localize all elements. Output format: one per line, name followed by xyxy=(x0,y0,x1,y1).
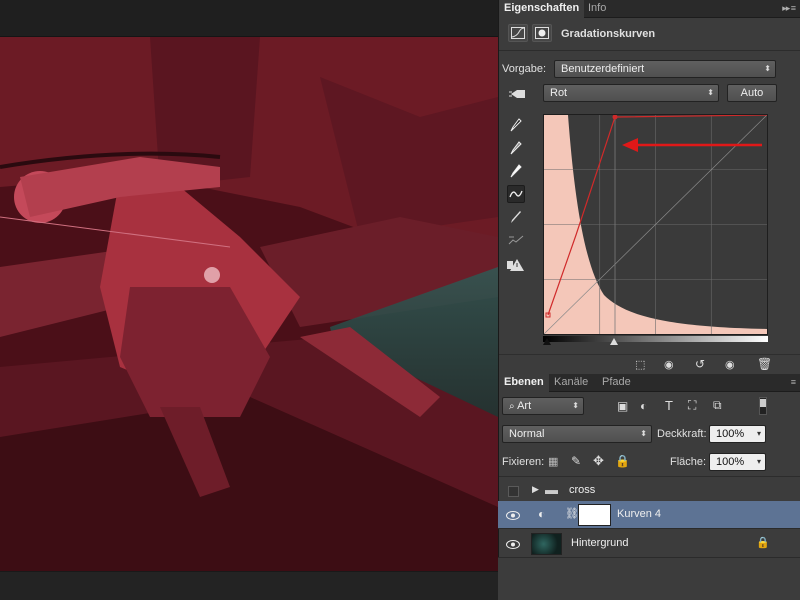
search-icon: ⌕ xyxy=(509,401,515,412)
channel-select[interactable]: Rot ⬍ xyxy=(543,84,719,102)
layer-mask-icon[interactable] xyxy=(532,24,552,42)
lock-label: Fixieren: xyxy=(502,456,545,468)
black-point-slider[interactable] xyxy=(543,338,551,345)
visibility-eye-icon[interactable] xyxy=(506,508,520,522)
layers-tab-bar: Ebenen Kanäle Pfade ≡ xyxy=(499,374,800,392)
fill-value: 100% xyxy=(716,456,745,468)
tab-eigenschaften[interactable]: Eigenschaften xyxy=(499,0,585,18)
lock-icon: 🔒 xyxy=(756,537,770,549)
layer-name: cross xyxy=(569,484,596,496)
opacity-value: 100% xyxy=(716,428,745,440)
document-canvas-area xyxy=(0,0,498,600)
filter-type-layer-icon[interactable]: T xyxy=(665,398,673,413)
view-previous-state-icon[interactable]: ◉ xyxy=(664,358,674,371)
filter-toggle-switch[interactable] xyxy=(759,397,767,415)
preset-select[interactable]: Benutzerdefiniert ⬍ xyxy=(554,60,776,78)
layers-empty-area xyxy=(498,558,800,600)
fill-label: Fläche: xyxy=(670,456,707,468)
chevron-down-icon: ▾ xyxy=(756,457,761,466)
document-image[interactable] xyxy=(0,37,498,571)
curves-graph[interactable] xyxy=(543,114,768,335)
eyedropper-gray-icon[interactable] xyxy=(507,139,525,157)
layer-name: Hintergrund xyxy=(571,537,629,549)
filter-smart-object-icon[interactable]: ⧉ xyxy=(713,398,722,413)
opacity-label: Deckkraft: xyxy=(657,428,707,440)
lock-image-pixels-icon[interactable]: ✎ xyxy=(571,454,581,468)
lock-position-icon[interactable]: ✥ xyxy=(593,453,604,469)
blend-mode-value: Normal xyxy=(509,428,545,440)
visibility-toggle-empty[interactable] xyxy=(506,484,520,498)
folder-icon: ▬ xyxy=(545,482,558,497)
clip-to-layer-icon[interactable]: ⬚ xyxy=(635,358,645,371)
channel-select-value: Rot xyxy=(550,87,568,99)
layer-row-kurven-4[interactable]: ◐ ⛓ Kurven 4 xyxy=(498,501,800,529)
layers-panel-menu-icon[interactable]: ≡ xyxy=(791,377,796,387)
filter-adjustment-layer-icon[interactable]: ◐ xyxy=(640,399,647,413)
white-point-slider[interactable] xyxy=(610,338,618,345)
chevron-updown-icon: ⬍ xyxy=(640,429,647,438)
smooth-curve-icon[interactable] xyxy=(507,231,525,249)
chevron-updown-icon: ⬍ xyxy=(764,64,771,73)
clipping-warning-icon[interactable] xyxy=(507,256,525,274)
curves-graph-svg[interactable] xyxy=(544,115,767,334)
preset-label: Vorgabe: xyxy=(502,63,547,75)
layer-filter-select[interactable]: ⌕ Art ⬍ xyxy=(502,397,584,415)
blend-mode-select[interactable]: Normal ⬍ xyxy=(502,425,652,443)
curve-point-tool-icon[interactable] xyxy=(507,185,525,203)
photo-illustration xyxy=(0,37,498,571)
tab-kanaele[interactable]: Kanäle xyxy=(549,374,593,392)
auto-button[interactable]: Auto xyxy=(727,84,777,102)
delete-trash-icon[interactable]: 🗑 xyxy=(757,357,772,371)
document-top-bar xyxy=(0,0,498,37)
lock-transparent-pixels-icon[interactable]: ▦ xyxy=(548,455,558,468)
tab-ebenen[interactable]: Ebenen xyxy=(499,374,549,392)
opacity-input[interactable]: 100% ▾ xyxy=(709,425,766,443)
lock-all-icon[interactable]: 🔒 xyxy=(615,454,630,468)
curve-point-white xyxy=(612,115,618,120)
layer-row-hintergrund[interactable]: Hintergrund 🔒 xyxy=(498,530,800,558)
properties-footer: ⬚ ◉ ↺ ◉ 🗑 xyxy=(499,354,800,374)
layer-mask-thumbnail[interactable] xyxy=(578,504,611,526)
preset-select-value: Benutzerdefiniert xyxy=(561,63,645,75)
on-image-adjust-hand-icon[interactable] xyxy=(507,85,529,103)
visibility-eye-icon[interactable] xyxy=(506,537,520,551)
curves-adjustment-icon[interactable] xyxy=(508,24,528,42)
adjustment-layer-icon: ◐ xyxy=(538,507,546,521)
chevron-down-icon: ▾ xyxy=(756,429,761,438)
visibility-eye-icon[interactable]: ◉ xyxy=(725,358,735,371)
reset-adjustment-icon[interactable]: ↺ xyxy=(695,357,705,371)
filter-shape-layer-icon[interactable]: ⛶ xyxy=(688,398,696,413)
properties-tab-bar: Eigenschaften Info ▸▸ ≡ xyxy=(499,0,800,18)
tab-info[interactable]: Info xyxy=(583,0,611,18)
expand-triangle-icon[interactable]: ▶ xyxy=(532,484,539,495)
layer-thumbnail[interactable] xyxy=(531,533,562,555)
divider xyxy=(499,50,800,51)
fill-input[interactable]: 100% ▾ xyxy=(709,453,766,471)
tab-pfade[interactable]: Pfade xyxy=(597,374,636,392)
filter-pixel-layer-icon[interactable]: ▣ xyxy=(617,399,628,413)
eyedropper-black-icon[interactable] xyxy=(507,116,525,134)
layer-name: Kurven 4 xyxy=(617,508,662,520)
layer-filter-value: Art xyxy=(517,400,532,412)
adjustment-title: Gradationskurven xyxy=(561,28,656,40)
chevron-updown-icon: ⬍ xyxy=(572,401,579,410)
document-status-bar xyxy=(0,571,498,600)
mask-link-chain-icon[interactable]: ⛓ xyxy=(565,507,579,520)
output-gradient-bar xyxy=(543,336,768,342)
chevron-updown-icon: ⬍ xyxy=(707,88,714,97)
eyedropper-white-icon[interactable] xyxy=(507,162,525,180)
annotation-arrow-head xyxy=(622,138,638,152)
properties-panel-menu-icon[interactable]: ▸▸ ≡ xyxy=(782,3,796,14)
pencil-icon[interactable] xyxy=(507,208,525,226)
